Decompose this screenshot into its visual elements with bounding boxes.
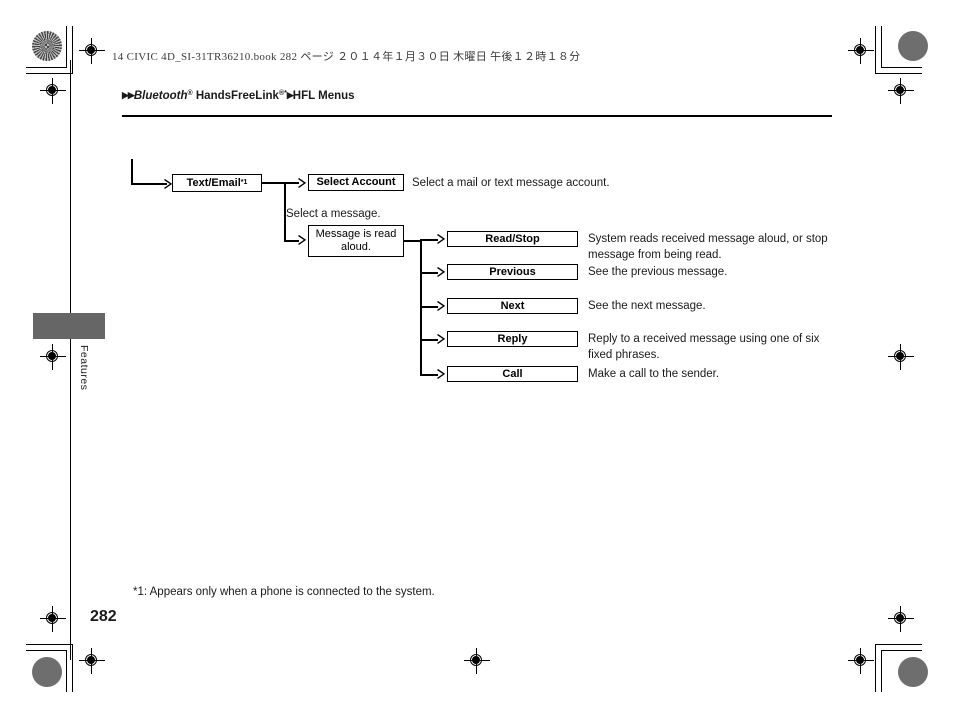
breadcrumb: ▶▶Bluetooth® HandsFreeLink®*▶HFL Menus [122, 90, 355, 102]
node-action-reply-label: Reply [497, 332, 528, 345]
crop-blob-bottom-left [32, 657, 62, 687]
arrowhead-into-next-icon [437, 301, 445, 311]
crop-line-bl-v2 [72, 644, 73, 692]
node-action-reply[interactable]: Reply [447, 331, 578, 347]
flow-line-actions-trunk [420, 240, 422, 376]
breadcrumb-item-handsfreelink[interactable]: HandsFreeLink [196, 90, 279, 102]
desc-action-call: Make a call to the sender. [588, 367, 848, 383]
desc-action-read-stop: System reads received message aloud, or … [588, 232, 848, 263]
arrowhead-into-message-read-icon [298, 235, 306, 245]
breadcrumb-item-bluetooth[interactable]: Bluetooth [134, 90, 188, 102]
registration-mark-top-left-lower [40, 78, 66, 104]
desc-call-line1: Make a call to the sender. [588, 368, 720, 380]
node-action-previous[interactable]: Previous [447, 264, 578, 280]
node-message-read-label-line1: Message is read [315, 228, 397, 241]
crop-line-bl-h2 [26, 644, 73, 645]
crop-blob-top-right [898, 31, 928, 61]
breadcrumb-bluetooth-registered-icon: ® [187, 90, 193, 97]
node-action-call-label: Call [502, 367, 523, 380]
crop-line-tr-h2 [875, 73, 922, 74]
desc-next-line1: See the next message. [588, 300, 706, 312]
footnote-text: *1: Appears only when a phone is connect… [133, 586, 435, 598]
node-select-account-label: Select Account [316, 176, 396, 189]
flow-line-to-reply [420, 339, 438, 341]
arrowhead-into-reply-icon [437, 334, 445, 344]
registration-mark-bottom-left-inner [79, 648, 105, 674]
crop-line-tr-h1 [881, 67, 922, 68]
desc-reply-line1: Reply to a received message using one of… [588, 333, 820, 345]
arrowhead-into-root-icon [164, 179, 172, 189]
flow-line-entry-vertical [131, 159, 133, 184]
desc-action-previous: See the previous message. [588, 265, 848, 281]
arrowhead-into-call-icon [437, 369, 445, 379]
breadcrumb-divider [122, 115, 832, 117]
breadcrumb-item-hfl-menus[interactable]: HFL Menus [293, 90, 355, 102]
registration-mark-top-left-inner [79, 38, 105, 64]
crop-line-tl-v1 [66, 26, 67, 68]
desc-reply-line2: fixed phrases. [588, 348, 660, 361]
crop-blob-bottom-right [898, 657, 928, 687]
flow-line-to-next [420, 306, 438, 308]
desc-read-stop-line2: message from being read. [588, 248, 722, 261]
arrowhead-into-select-account-icon [298, 178, 306, 188]
registration-mark-left-middle [40, 344, 66, 370]
caption-select-a-message: Select a message. [286, 208, 381, 220]
breadcrumb-arrow-double-icon: ▶▶ [122, 90, 135, 100]
section-tab-features [33, 313, 105, 339]
print-slug: 14 CIVIC 4D_SI-31TR36210.book 282 ページ ２０… [112, 51, 581, 63]
crop-line-tr-v2 [875, 26, 876, 74]
registration-mark-top-right-inner [848, 38, 874, 64]
crop-line-bl-h1 [26, 650, 67, 651]
page-number: 282 [90, 608, 117, 625]
node-action-next[interactable]: Next [447, 298, 578, 314]
desc-previous-line1: See the previous message. [588, 266, 728, 278]
registration-mark-top-right-lower [888, 78, 914, 104]
node-action-previous-label: Previous [489, 265, 536, 278]
crop-line-br-h2 [875, 644, 922, 645]
node-action-read-stop-label: Read/Stop [485, 232, 540, 245]
flow-line-entry-horizontal [131, 183, 167, 185]
node-action-read-stop[interactable]: Read/Stop [447, 231, 578, 247]
crop-line-bl-v1 [66, 650, 67, 692]
flow-line-to-read-stop [420, 239, 438, 241]
crop-line-tl-h2 [26, 73, 73, 74]
node-action-next-label: Next [500, 299, 525, 312]
crop-line-tl-v2 [72, 26, 73, 74]
registration-mark-bottom-right-upper [888, 606, 914, 632]
crop-line-br-v2 [875, 644, 876, 692]
node-select-account[interactable]: Select Account [308, 174, 404, 191]
registration-mark-bottom-middle [464, 648, 490, 674]
crop-line-tl-h1 [26, 67, 67, 68]
section-tab-label: Features [78, 345, 90, 391]
registration-mark-bottom-right-inner [848, 648, 874, 674]
node-action-call[interactable]: Call [447, 366, 578, 382]
desc-action-reply: Reply to a received message using one of… [588, 332, 848, 363]
desc-select-account: Select a mail or text message account. [412, 177, 610, 189]
registration-mark-bottom-left-upper [40, 606, 66, 632]
node-text-email-footnote: *1 [240, 178, 248, 186]
crop-line-left-edge [70, 60, 71, 660]
crop-line-br-v1 [881, 650, 882, 692]
flow-line-to-previous [420, 272, 438, 274]
flow-line-to-select-account [284, 182, 299, 184]
arrowhead-into-read-stop-icon [437, 234, 445, 244]
registration-mark-right-middle [888, 344, 914, 370]
flow-line-message-out [404, 240, 421, 242]
node-text-email[interactable]: Text/Email *1 [172, 174, 262, 192]
desc-action-next: See the next message. [588, 299, 848, 315]
desc-read-stop-line1: System reads received message aloud, or … [588, 233, 828, 245]
crop-line-tr-v1 [881, 26, 882, 68]
flow-line-root-out [262, 182, 285, 184]
flow-line-to-message-read [284, 240, 299, 242]
node-text-email-label: Text/Email [186, 176, 241, 189]
flow-line-to-call [420, 374, 438, 376]
arrowhead-into-previous-icon [437, 267, 445, 277]
node-message-read-label-line2: aloud. [341, 241, 371, 253]
crop-line-br-h1 [881, 650, 922, 651]
node-message-is-read-aloud[interactable]: Message is read aloud. [308, 225, 404, 257]
crop-blob-top-left [32, 31, 62, 61]
